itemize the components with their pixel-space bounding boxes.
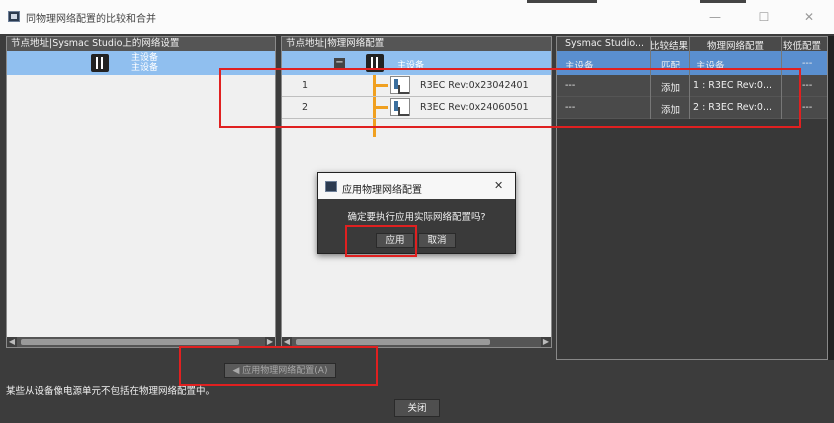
minimize-button[interactable]: — [697, 6, 733, 28]
dialog-app-icon [325, 181, 337, 192]
window-title-bar: 同物理网络配置的比较和合并 — ☐ ✕ [0, 0, 834, 34]
column-header-lower: 较低配置 [783, 41, 822, 52]
column-header-sysmac: Sysmac Studio... [565, 38, 645, 49]
dialog-close-icon[interactable]: ✕ [494, 179, 503, 192]
dialog-cancel-button[interactable]: 取消 [418, 233, 456, 248]
annotation-highlight-dialog-apply [345, 225, 417, 257]
app-icon [8, 11, 20, 22]
scroll-left-arrow-icon[interactable]: ◀ [7, 337, 17, 347]
dialog-message: 确定要执行应用实际网络配置吗? [347, 212, 486, 223]
maximize-button[interactable]: ☐ [746, 6, 782, 28]
close-window-button[interactable]: ✕ [791, 6, 827, 28]
right-panel-header: Sysmac Studio... 比较结果 物理网络配置 较低配置 [557, 37, 827, 52]
status-message: 某些从设备像电源单元不包括在物理网络配置中。 [6, 386, 216, 397]
dialog-title-bar: 应用物理网络配置 ✕ [318, 173, 515, 199]
apply-physical-config-button[interactable]: ◀ 应用物理网络配置(A) [224, 363, 336, 378]
controller-icon [91, 54, 109, 72]
background-strip [700, 0, 746, 3]
cell-lower: --- [802, 58, 813, 69]
close-button[interactable]: 关闭 [394, 399, 440, 417]
annotation-highlight-rows [219, 68, 801, 128]
column-header-physical: 物理网络配置 [707, 41, 765, 52]
middle-panel-header: 节点地址|物理网络配置 [282, 37, 551, 51]
cell-lower: --- [802, 102, 813, 113]
device-name-label: 主设备 主设备 [131, 53, 159, 73]
scroll-thumb[interactable] [21, 339, 239, 345]
dialog-title: 应用物理网络配置 [342, 185, 422, 196]
window-title: 同物理网络配置的比较和合并 [26, 14, 156, 25]
left-panel-header: 节点地址|Sysmac Studio上的网络设置 [7, 37, 275, 51]
scroll-right-arrow-icon[interactable]: ▶ [541, 337, 551, 347]
scroll-thumb[interactable] [296, 339, 490, 345]
column-header-result: 比较结果 [650, 41, 689, 52]
edge-strip [828, 36, 834, 360]
background-strip [527, 0, 597, 3]
cell-lower: --- [802, 80, 813, 91]
